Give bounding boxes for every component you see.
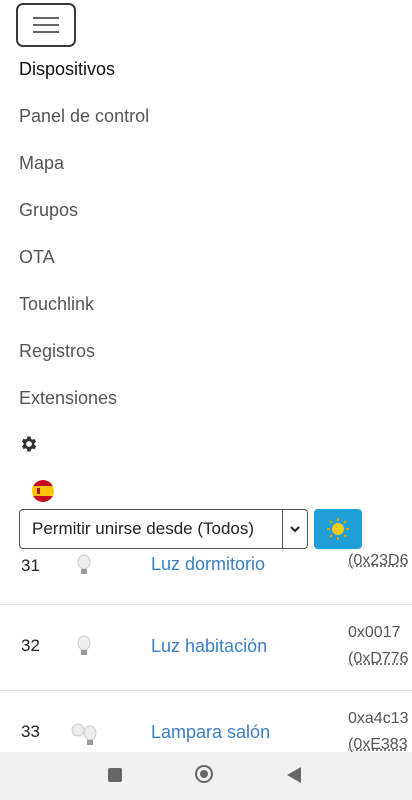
nav-item-extensiones[interactable]: Extensiones <box>19 378 399 425</box>
nav-item-panel-de-control[interactable]: Panel de control <box>19 96 399 143</box>
nav-item-mapa[interactable]: Mapa <box>19 143 399 190</box>
bulb-icon <box>77 635 91 655</box>
nav-item-registros[interactable]: Registros <box>19 331 399 378</box>
nav-item-ota[interactable]: OTA <box>19 237 399 284</box>
device-nwk: (0xE383 <box>348 736 408 752</box>
back-icon[interactable] <box>287 767 301 783</box>
device-name-link[interactable]: Luz habitación <box>151 636 267 657</box>
device-id: 32 <box>21 636 40 655</box>
device-nwk: (0xD776 <box>348 650 409 667</box>
hamburger-icon <box>33 17 59 33</box>
permit-join-label: Permitir unirse desde (Todos) <box>32 519 255 538</box>
device-name-link[interactable]: Luz dormitorio <box>151 554 265 575</box>
device-ieee: 0xa4c13 <box>348 710 409 727</box>
device-address: 0xa4c13 (0xE383 <box>348 706 409 752</box>
device-address: (0x23D6 <box>348 549 408 574</box>
table-row: 32 Luz habitación 0x0017 (0xD776 <box>0 604 412 691</box>
nav-item-touchlink[interactable]: Touchlink <box>19 284 399 331</box>
theme-toggle-button[interactable] <box>314 509 362 549</box>
bulb-icon <box>77 554 91 574</box>
sun-icon <box>327 518 349 540</box>
device-address: 0x0017 (0xD776 <box>348 620 408 672</box>
permit-join-select[interactable]: Permitir unirse desde (Todos) <box>19 509 308 549</box>
nav-item-grupos[interactable]: Grupos <box>19 190 399 237</box>
recents-icon[interactable] <box>108 768 122 782</box>
gear-icon[interactable] <box>19 434 39 454</box>
device-id: 31 <box>21 556 40 575</box>
table-row: 31 Luz dormitorio (0x23D6 <box>0 549 412 605</box>
nav-menu: Dispositivos Panel de control Mapa Grupo… <box>19 49 399 425</box>
bulb-icon <box>71 723 97 745</box>
device-nwk: (0x23D6 <box>348 552 409 569</box>
device-ieee: 0x0017 <box>348 624 401 641</box>
device-id: 33 <box>21 722 40 741</box>
android-navigation-bar <box>0 752 412 800</box>
devices-table: 31 Luz dormitorio (0x23D6 32 Luz habitac… <box>0 549 412 752</box>
home-icon[interactable] <box>195 765 213 783</box>
nav-item-dispositivos[interactable]: Dispositivos <box>19 49 399 96</box>
table-row: 33 Lampara salón 0xa4c13 (0xE383 <box>0 690 412 752</box>
spain-flag-icon[interactable] <box>32 480 54 502</box>
permit-join-row: Permitir unirse desde (Todos) <box>19 509 362 549</box>
device-name-link[interactable]: Lampara salón <box>151 722 270 743</box>
menu-toggle-button[interactable] <box>16 3 76 47</box>
chevron-down-icon[interactable] <box>282 510 307 548</box>
